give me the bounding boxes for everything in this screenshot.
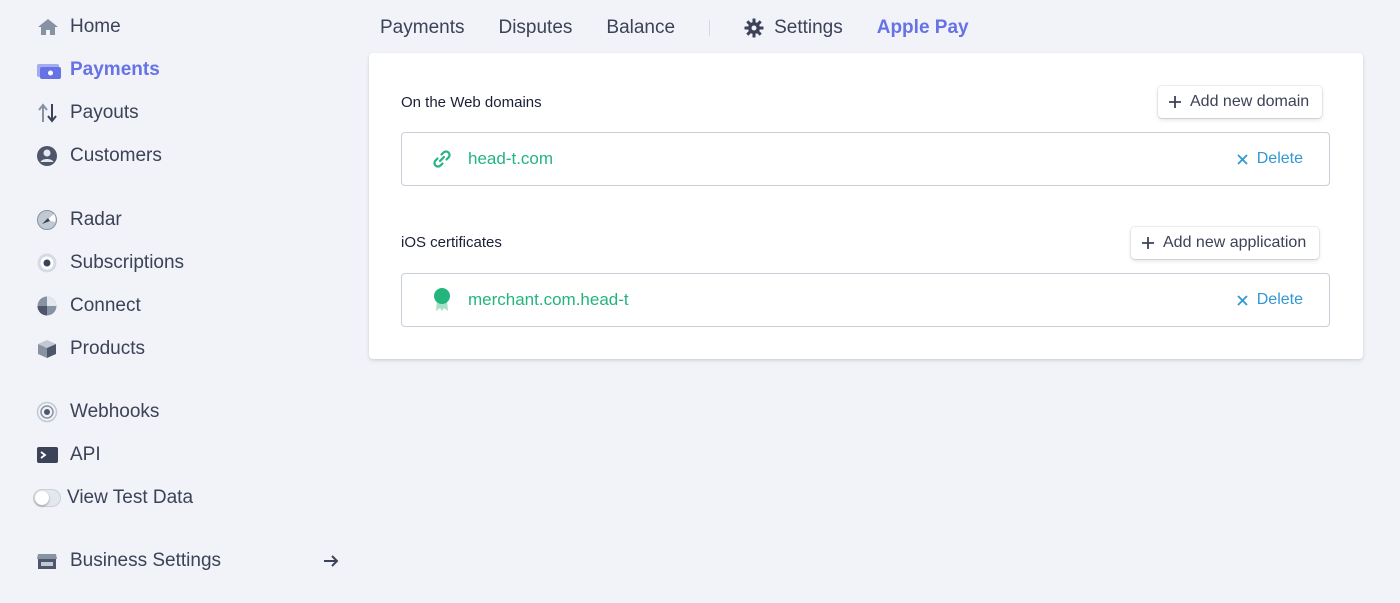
domain-row: head-t.com Delete [401,132,1330,186]
view-test-data-toggle-row[interactable]: View Test Data [33,483,193,513]
plus-icon [1168,95,1182,109]
delete-domain-button[interactable]: Delete [1237,150,1303,168]
sidebar-item-payments[interactable]: Payments [36,55,160,85]
sidebar-item-label: Payments [70,59,160,80]
sidebar-item-api[interactable]: API [36,440,101,470]
subscriptions-icon [36,252,62,274]
plus-icon [1141,236,1155,250]
connect-icon [36,295,62,317]
add-new-application-button[interactable]: Add new application [1131,227,1320,259]
payments-icon [36,59,62,81]
tab-divider [709,20,711,36]
sidebar-item-subscriptions[interactable]: Subscriptions [36,248,184,278]
arrow-right-icon[interactable] [320,550,342,572]
tab-balance[interactable]: Balance [606,17,675,39]
sidebar-item-label: API [70,444,101,465]
test-data-toggle[interactable] [33,489,61,507]
domain-name: head-t.com [468,149,554,168]
sidebar-item-label: Connect [70,295,141,316]
sidebar: Home Payments Payouts Customers Radar Su… [0,0,360,603]
close-icon [1237,294,1248,306]
link-icon [430,148,454,170]
delete-label: Delete [1256,150,1303,167]
sidebar-item-label: Business Settings [70,550,222,571]
sidebar-item-home[interactable]: Home [36,12,121,42]
certificate-badge-icon [430,287,454,313]
certificate-name: merchant.com.head-t [468,290,629,309]
store-icon [36,550,62,572]
sidebar-item-webhooks[interactable]: Webhooks [36,397,159,427]
webhooks-icon [36,401,62,423]
add-new-domain-label: Add new domain [1190,93,1310,110]
tab-settings-label: Settings [774,17,843,38]
sidebar-item-label: Payouts [70,102,139,123]
top-tabs: Payments Disputes Balance Settings Apple… [380,12,969,44]
sidebar-item-radar[interactable]: Radar [36,205,122,235]
delete-certificate-button[interactable]: Delete [1237,291,1303,309]
radar-icon [36,209,62,231]
add-new-application-label: Add new application [1163,234,1307,251]
sidebar-item-payouts[interactable]: Payouts [36,98,139,128]
sidebar-item-business-settings[interactable]: Business Settings [36,546,221,576]
sidebar-item-customers[interactable]: Customers [36,141,162,171]
tab-payments[interactable]: Payments [380,17,464,39]
sidebar-item-label: Radar [70,209,122,230]
products-icon [36,338,62,360]
tab-apple-pay[interactable]: Apple Pay [877,17,969,39]
home-icon [36,16,62,38]
certificate-row: merchant.com.head-t Delete [401,273,1330,327]
sidebar-item-products[interactable]: Products [36,334,145,364]
ios-certificates-title: iOS certificates [401,234,502,251]
sidebar-item-label: Home [70,16,121,37]
view-test-data-label: View Test Data [67,487,194,508]
gear-icon [744,18,764,38]
customers-icon [36,145,62,167]
terminal-icon [36,444,62,466]
tab-disputes[interactable]: Disputes [498,17,572,39]
apple-pay-card: On the Web domains Add new domain head-t… [369,53,1363,359]
web-domains-title: On the Web domains [401,94,542,111]
delete-label: Delete [1256,291,1303,308]
sidebar-item-label: Products [70,338,145,359]
payouts-icon [36,102,62,124]
sidebar-item-label: Webhooks [70,401,160,422]
sidebar-item-label: Customers [70,145,162,166]
sidebar-item-connect[interactable]: Connect [36,291,141,321]
add-new-domain-button[interactable]: Add new domain [1158,86,1323,118]
sidebar-item-label: Subscriptions [70,252,185,273]
tab-settings[interactable]: Settings [744,17,843,39]
close-icon [1237,153,1248,165]
